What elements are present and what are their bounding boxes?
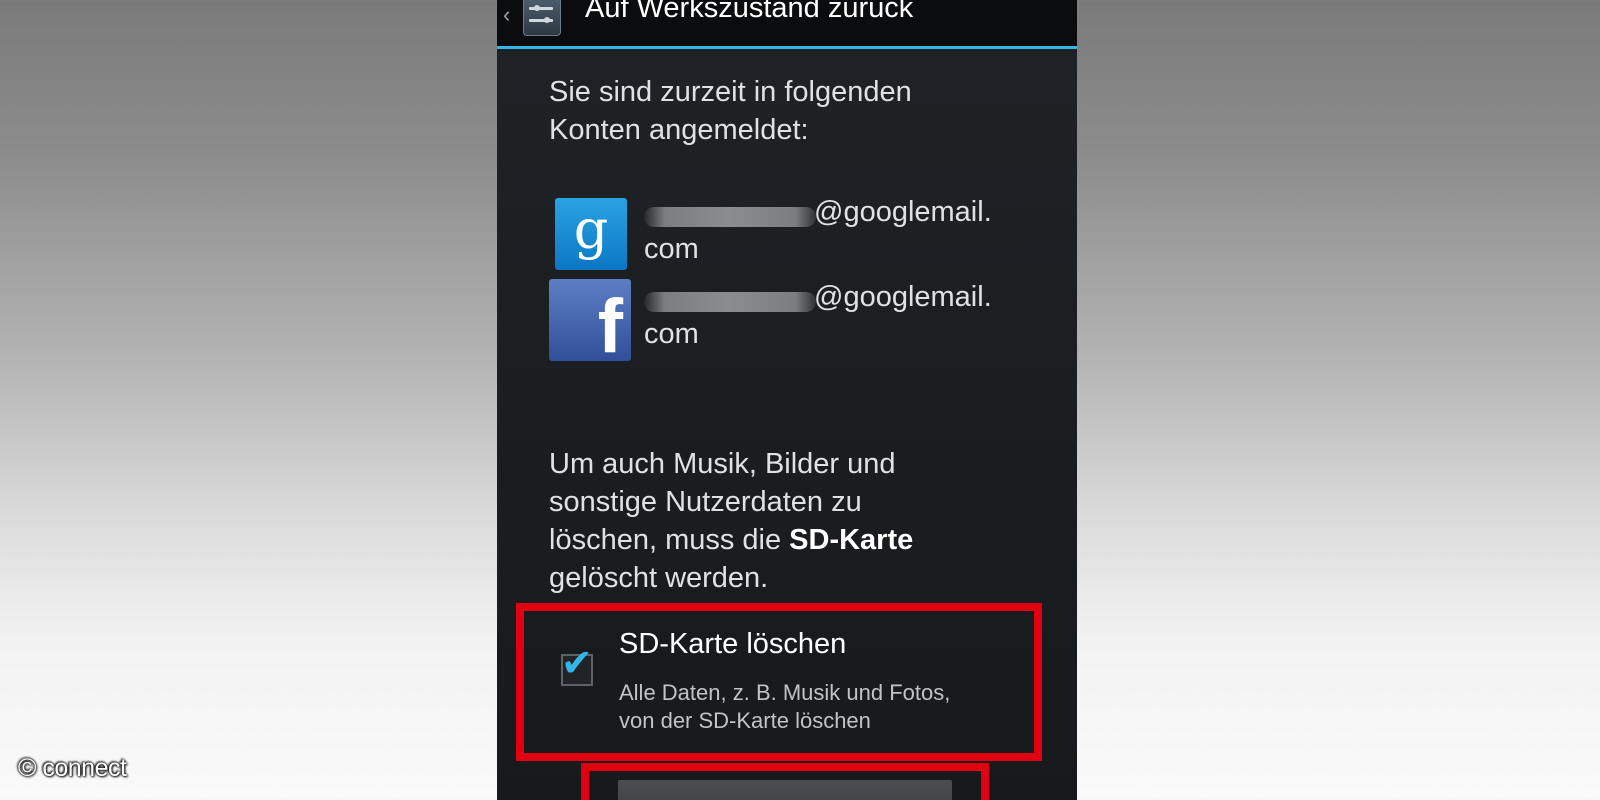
sd-card-bold-label: SD-Karte (789, 524, 914, 556)
google-icon: g (555, 198, 627, 270)
copyright-watermark: © connect (18, 754, 127, 782)
account-domain-suffix: com (644, 318, 699, 350)
intro-line-1: Sie sind zurzeit in folgenden (549, 76, 912, 108)
highlight-box-button (581, 763, 989, 800)
account-domain: @googlemail. (814, 196, 992, 228)
info-line-1: Um auch Musik, Bilder und (549, 448, 896, 480)
account-domain: @googlemail. (814, 281, 992, 313)
info-line-3-prefix: löschen, muss die (549, 524, 790, 556)
info-line-3: löschen, muss die SD-Karte (549, 521, 913, 559)
facebook-icon: f (549, 279, 631, 361)
highlight-box-checkbox (516, 603, 1042, 761)
redacted-email-name (644, 207, 816, 227)
redacted-email-name (644, 292, 816, 312)
account-domain-suffix: com (644, 233, 699, 265)
accounts-intro-text: Sie sind zurzeit in folgenden Konten ang… (549, 73, 912, 149)
chevron-left-icon[interactable]: ‹ (503, 4, 510, 26)
info-line-4: gelöscht werden. (549, 562, 769, 594)
intro-line-2: Konten angemeldet: (549, 114, 809, 146)
sd-card-info-text: Um auch Musik, Bilder und sonstige Nutze… (549, 445, 913, 597)
action-bar: ‹ Auf Werkszustand zurück (497, 0, 1077, 49)
page-title: Auf Werkszustand zurück (585, 0, 914, 24)
settings-sliders-icon[interactable] (523, 0, 561, 36)
info-line-2: sonstige Nutzerdaten zu (549, 486, 862, 518)
